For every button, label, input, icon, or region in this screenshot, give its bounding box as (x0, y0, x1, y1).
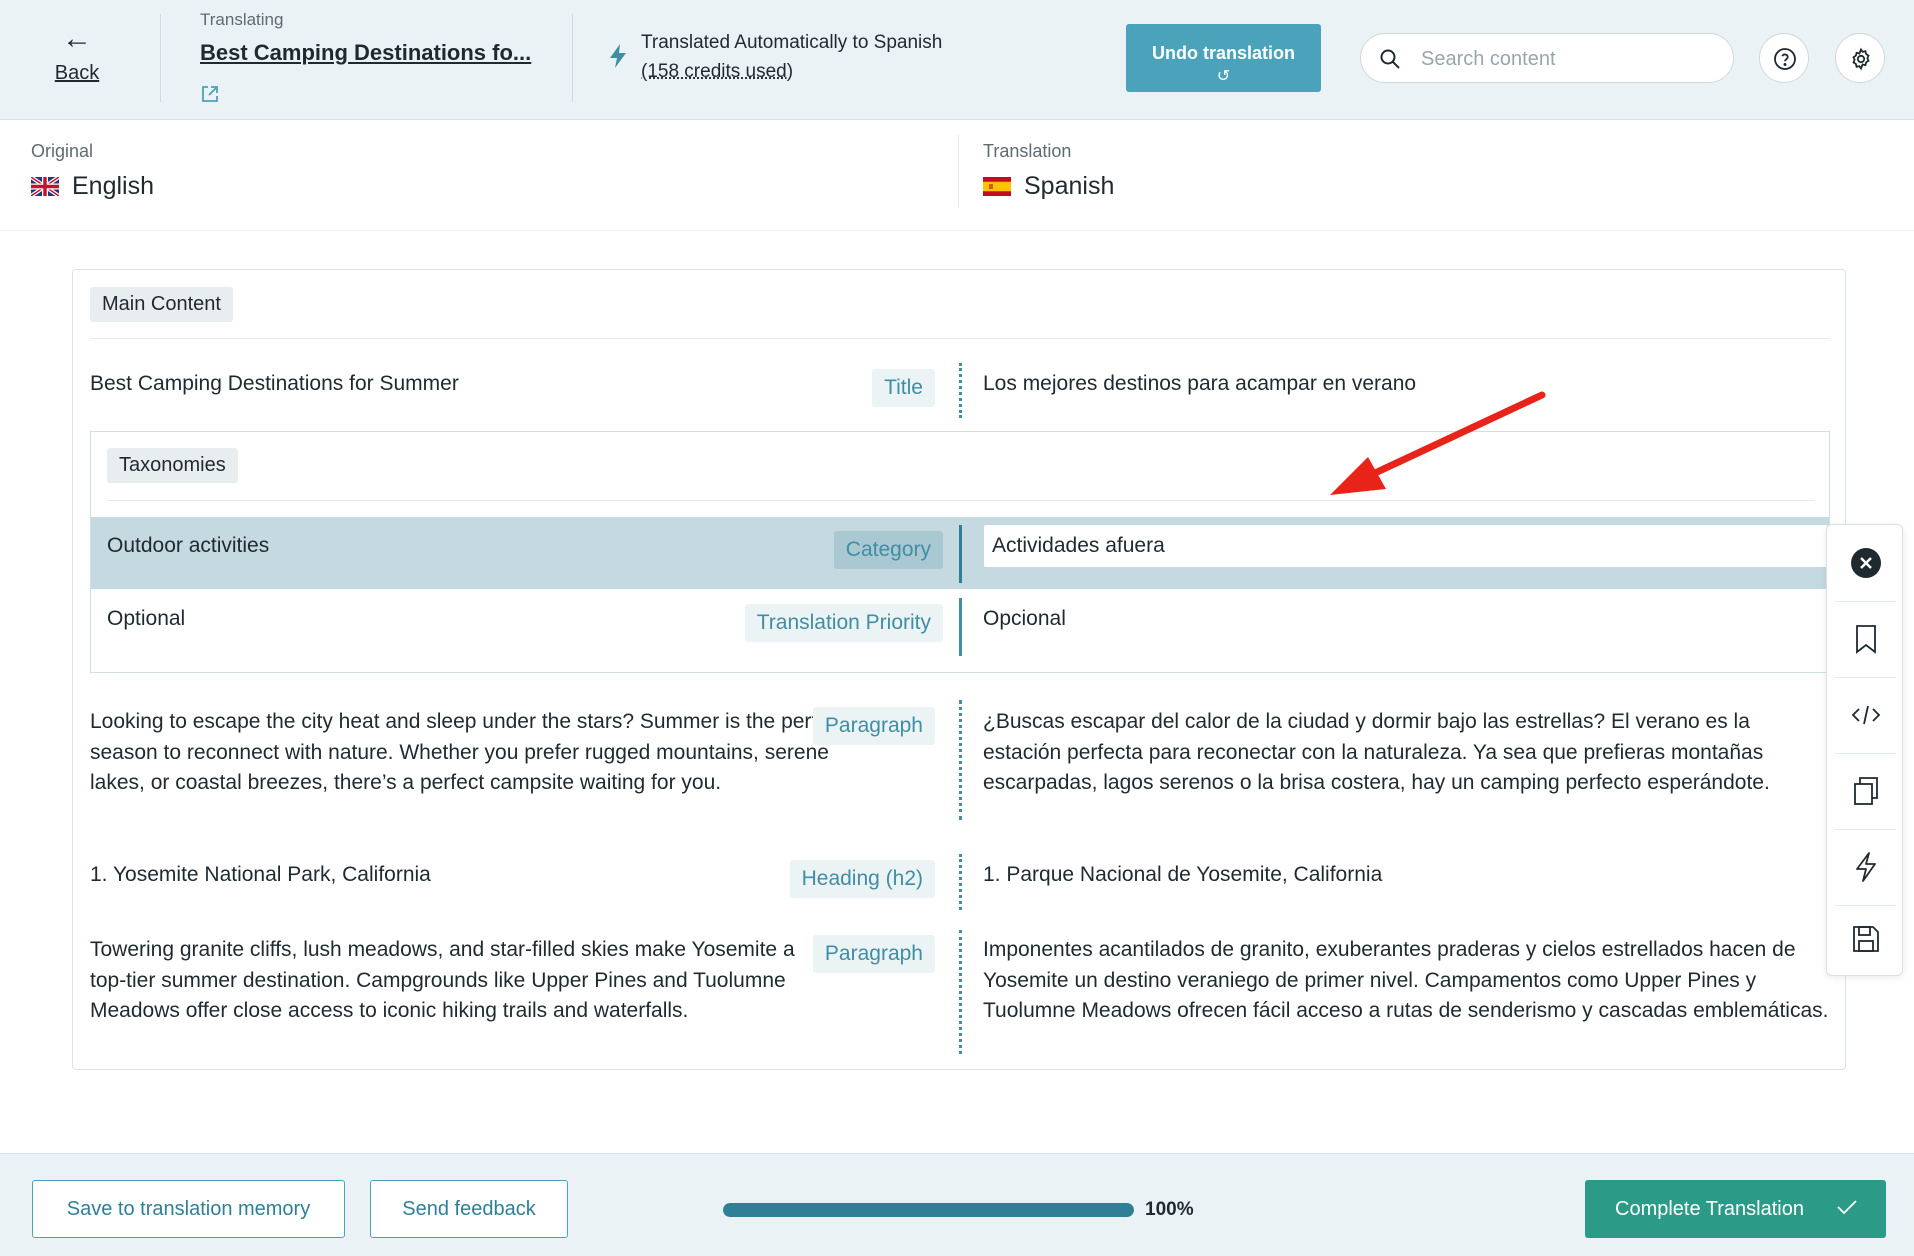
help-button[interactable] (1759, 33, 1809, 83)
annotation-arrow-icon (1330, 391, 1546, 495)
spain-flag-icon (983, 177, 1011, 196)
taxonomies-group: Taxonomies Outdoor activities Category A… (90, 431, 1830, 673)
field-type-translation-priority: Translation Priority (744, 604, 943, 642)
field-type-title: Title (872, 369, 935, 407)
lightning-icon (1855, 852, 1876, 882)
footer-bar: Save to translation memory Send feedback… (0, 1153, 1914, 1256)
original-language: Original English (31, 141, 154, 201)
undo-icon: ↺ (1216, 67, 1231, 85)
copy-icon (1853, 777, 1878, 805)
original-language-name: English (72, 172, 154, 200)
language-divider (958, 135, 959, 207)
code-icon (1851, 705, 1880, 725)
active-translation-row[interactable]: Outdoor activities Category Actividades … (91, 517, 1829, 589)
search-icon (1379, 48, 1401, 75)
taxonomies-section-tag: Taxonomies (107, 448, 238, 483)
credits-used-text: (158 credits used) (641, 61, 794, 82)
help-icon (1774, 48, 1796, 70)
auto-translate-button[interactable] (1827, 829, 1904, 905)
back-label: Back (54, 62, 100, 84)
send-feedback-button[interactable]: Send feedback (370, 1180, 568, 1238)
row-divider (959, 363, 962, 418)
document-info: Translating Best Camping Destinations fo… (200, 10, 531, 102)
content-card: Main Content Best Camping Destinations f… (72, 269, 1846, 1070)
progress-fill (723, 1203, 1134, 1217)
uk-flag-icon (31, 177, 59, 196)
gear-icon (1852, 47, 1870, 71)
row-divider (959, 854, 962, 910)
source-title-text: Best Camping Destinations for Summer (90, 372, 459, 395)
segment-toolbar (1826, 524, 1903, 976)
translation-language-name: Spanish (1024, 172, 1115, 200)
translation-paragraph-text[interactable]: ¿Buscas escapar del calor de la ciudad y… (983, 707, 1833, 799)
translation-heading-text[interactable]: 1. Parque Nacional de Yosemite, Californ… (983, 860, 1382, 891)
translating-label: Translating (200, 10, 284, 29)
row-divider (959, 598, 962, 656)
source-heading-text: 1. Yosemite National Park, California (90, 863, 431, 886)
header-divider (160, 14, 161, 102)
lightning-icon (608, 44, 628, 73)
progress-bar (723, 1203, 1134, 1217)
translation-priority-text[interactable]: Opcional (983, 604, 1066, 635)
top-header: ← Back Translating Best Camping Destinat… (0, 0, 1914, 120)
source-category-text: Outdoor activities (107, 534, 270, 557)
save-to-memory-button[interactable]: Save to translation memory (32, 1180, 345, 1238)
main-content-section-tag: Main Content (90, 287, 233, 322)
translation-paragraph-text[interactable]: Imponentes acantilados de granito, exube… (983, 935, 1845, 1027)
translation-category-input[interactable]: Actividades afuera (983, 524, 1829, 568)
document-title-link[interactable]: Best Camping Destinations fo... (200, 40, 531, 66)
close-icon (1850, 548, 1881, 578)
complete-translation-label: Complete Translation (1615, 1198, 1804, 1220)
undo-translation-button[interactable]: Undo translation ↺ (1126, 24, 1321, 92)
source-paragraph-text: Looking to escape the city heat and slee… (90, 710, 846, 794)
bookmark-button[interactable] (1827, 601, 1904, 677)
code-view-button[interactable] (1827, 677, 1904, 753)
save-segment-button[interactable] (1827, 901, 1904, 977)
section-divider (107, 500, 1815, 501)
search-input[interactable] (1421, 44, 1711, 74)
translation-label: Translation (983, 141, 1072, 161)
section-divider (90, 338, 1830, 339)
source-priority-text: Optional (107, 607, 186, 630)
field-type-paragraph: Paragraph (812, 935, 935, 973)
row-divider (959, 700, 962, 820)
external-link-icon[interactable] (200, 84, 220, 109)
complete-translation-button[interactable]: Complete Translation (1585, 1180, 1886, 1238)
undo-translation-label: Undo translation (1152, 42, 1295, 63)
translation-language: Translation Spanish (983, 141, 1114, 201)
copy-source-button[interactable] (1827, 753, 1904, 829)
original-label: Original (31, 141, 94, 161)
progress-percent: 100% (1145, 1199, 1194, 1220)
language-bar: Original English Translation Spanish (0, 121, 1914, 231)
back-button[interactable]: ← Back (40, 24, 114, 85)
save-icon (1852, 926, 1879, 952)
row-divider (959, 525, 962, 583)
back-arrow-icon: ← (62, 22, 92, 55)
row-divider (959, 930, 962, 1054)
header-divider (572, 14, 573, 102)
field-type-heading: Heading (h2) (789, 860, 935, 898)
source-paragraph-text: Towering granite cliffs, lush meadows, a… (90, 938, 795, 1022)
auto-translation-text: Translated Automatically to Spanish (641, 32, 943, 53)
field-type-category: Category (833, 531, 943, 569)
check-icon (1836, 1198, 1858, 1222)
field-type-paragraph: Paragraph (812, 707, 935, 745)
close-segment-button[interactable] (1827, 525, 1904, 601)
bookmark-icon (1855, 625, 1876, 654)
settings-button[interactable] (1835, 33, 1885, 83)
search-box[interactable] (1360, 33, 1734, 83)
